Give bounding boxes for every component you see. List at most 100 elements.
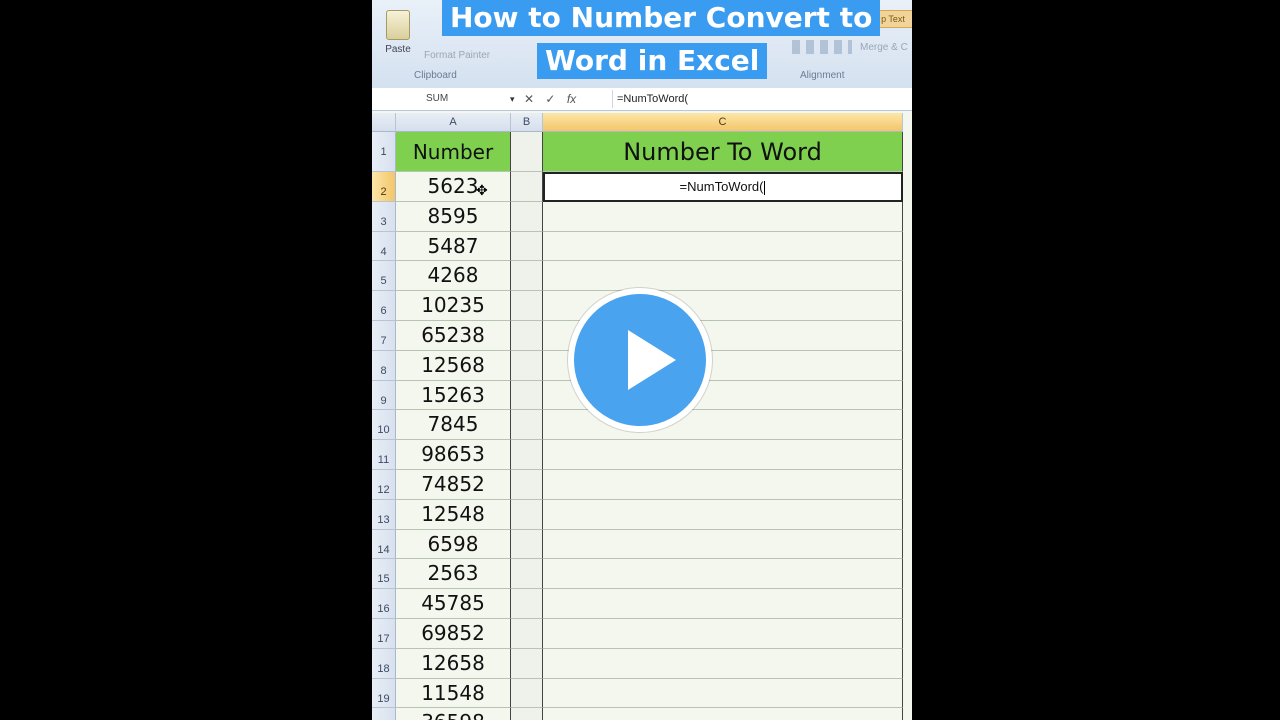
number-cell[interactable]: 98653: [396, 440, 511, 470]
enter-icon[interactable]: ✓: [545, 92, 555, 106]
column-header-a[interactable]: A: [396, 113, 511, 132]
column-header-b[interactable]: B: [511, 113, 543, 132]
row-header[interactable]: 12: [372, 470, 396, 500]
number-cell[interactable]: 12548: [396, 499, 511, 530]
formula-input[interactable]: =NumToWord(: [612, 90, 688, 108]
header-cell-number[interactable]: Number: [396, 132, 511, 172]
row-header[interactable]: 7: [372, 321, 396, 351]
number-cell[interactable]: 6598: [396, 529, 511, 560]
formula-bar: SUM ▾ ✕ ✓ fx =NumToWord(: [372, 88, 912, 111]
word-cell[interactable]: [543, 529, 903, 560]
empty-cell-b[interactable]: [511, 529, 543, 560]
empty-cell-b[interactable]: [511, 201, 543, 232]
number-cell[interactable]: 4268: [396, 261, 511, 292]
word-cell[interactable]: [543, 619, 903, 649]
word-cell[interactable]: [543, 440, 903, 470]
word-cell[interactable]: [543, 678, 903, 709]
active-cell-formula[interactable]: =NumToWord(: [543, 172, 903, 202]
word-cell[interactable]: [543, 559, 903, 590]
video-frame: Paste Format Painter Clipboard Alignment…: [372, 0, 912, 720]
column-header-c[interactable]: C: [543, 113, 903, 132]
play-button[interactable]: [568, 288, 712, 432]
word-cell[interactable]: [543, 261, 903, 292]
cancel-icon[interactable]: ✕: [524, 92, 534, 106]
row-header[interactable]: 16: [372, 589, 396, 619]
row-header[interactable]: 20: [372, 708, 396, 720]
play-icon: [628, 330, 676, 390]
row-header[interactable]: 15: [372, 559, 396, 590]
name-box[interactable]: SUM: [372, 90, 520, 108]
number-cell[interactable]: 36598: [396, 708, 511, 720]
empty-cell-b[interactable]: [511, 678, 543, 709]
row-header[interactable]: 4: [372, 231, 396, 262]
paste-label: Paste: [385, 44, 411, 55]
empty-cell-b[interactable]: [511, 499, 543, 530]
row-header[interactable]: 19: [372, 678, 396, 709]
row-header[interactable]: 3: [372, 201, 396, 232]
empty-cell-b[interactable]: [511, 648, 543, 679]
row-header[interactable]: 13: [372, 499, 396, 530]
number-cell[interactable]: 5623: [396, 172, 511, 202]
merge-button[interactable]: Merge & C: [860, 42, 908, 53]
number-cell[interactable]: 10235: [396, 291, 511, 321]
empty-cell-b[interactable]: [511, 410, 543, 441]
row-header[interactable]: 11: [372, 440, 396, 470]
alignment-group-label: Alignment: [800, 70, 845, 81]
number-cell[interactable]: 12658: [396, 648, 511, 679]
number-cell[interactable]: 65238: [396, 321, 511, 351]
number-cell[interactable]: 7845: [396, 410, 511, 441]
word-cell[interactable]: [543, 201, 903, 232]
empty-cell-b[interactable]: [511, 231, 543, 262]
empty-cell-b[interactable]: [511, 291, 543, 321]
text-caret: [764, 180, 766, 195]
empty-cell-b[interactable]: [511, 172, 543, 202]
empty-cell-b[interactable]: [511, 261, 543, 292]
word-cell[interactable]: [543, 648, 903, 679]
empty-cell-b[interactable]: [511, 321, 543, 351]
row-header[interactable]: 10: [372, 410, 396, 441]
empty-cell-b[interactable]: [511, 708, 543, 720]
number-cell[interactable]: 15263: [396, 380, 511, 411]
word-cell[interactable]: [543, 708, 903, 720]
row-header[interactable]: 18: [372, 648, 396, 679]
number-cell[interactable]: 74852: [396, 470, 511, 500]
number-cell[interactable]: 12568: [396, 350, 511, 381]
row-header[interactable]: 1: [372, 132, 396, 172]
empty-cell-b[interactable]: [511, 350, 543, 381]
empty-cell-b[interactable]: [511, 589, 543, 619]
word-cell[interactable]: [543, 499, 903, 530]
empty-cell-b[interactable]: [511, 619, 543, 649]
number-cell[interactable]: 45785: [396, 589, 511, 619]
fx-icon[interactable]: fx: [567, 92, 576, 106]
word-cell[interactable]: [543, 470, 903, 500]
paste-button[interactable]: Paste: [380, 8, 416, 66]
chevron-down-icon[interactable]: ▾: [510, 90, 515, 108]
row-header[interactable]: 8: [372, 350, 396, 381]
clipboard-icon: [386, 10, 410, 40]
row-header[interactable]: 14: [372, 529, 396, 560]
word-cell[interactable]: [543, 231, 903, 262]
mouse-cursor-icon: ✥: [476, 182, 488, 198]
alignment-icons[interactable]: [792, 40, 852, 54]
number-cell[interactable]: 5487: [396, 231, 511, 262]
row-header[interactable]: 6: [372, 291, 396, 321]
active-cell-text: =NumToWord(: [679, 179, 764, 194]
number-cell[interactable]: 11548: [396, 678, 511, 709]
word-cell[interactable]: [543, 589, 903, 619]
row-header[interactable]: 5: [372, 261, 396, 292]
empty-cell-b[interactable]: [511, 559, 543, 590]
empty-cell-b[interactable]: [511, 380, 543, 411]
row-header[interactable]: 17: [372, 619, 396, 649]
formula-buttons: ✕ ✓ fx: [524, 90, 606, 108]
number-cell[interactable]: 2563: [396, 559, 511, 590]
row-header[interactable]: 2: [372, 172, 396, 202]
empty-cell-b[interactable]: [511, 470, 543, 500]
empty-cell-b[interactable]: [511, 440, 543, 470]
header-cell-number-to-word[interactable]: Number To Word: [543, 132, 903, 172]
select-all-corner[interactable]: [372, 113, 396, 132]
format-painter-button[interactable]: Format Painter: [424, 50, 490, 61]
empty-cell-b[interactable]: [511, 132, 543, 172]
number-cell[interactable]: 8595: [396, 201, 511, 232]
row-header[interactable]: 9: [372, 380, 396, 411]
number-cell[interactable]: 69852: [396, 619, 511, 649]
